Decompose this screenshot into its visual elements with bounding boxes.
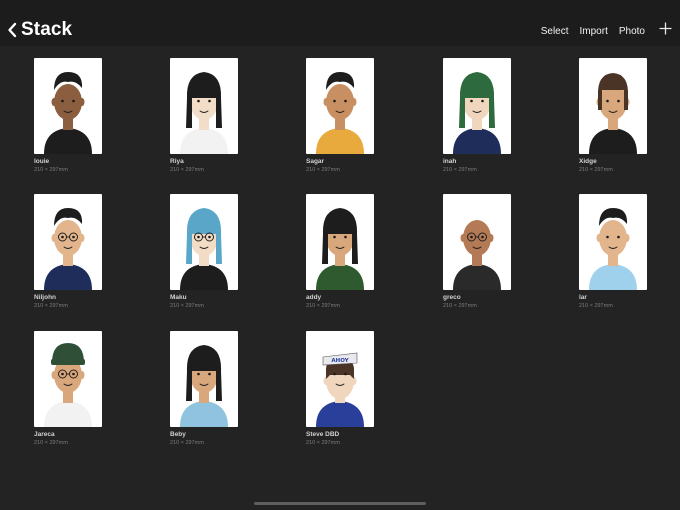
artwork-name: louie — [34, 158, 50, 165]
artwork-name: inah — [443, 158, 457, 165]
toolbar-actions: Select Import Photo — [530, 22, 672, 40]
artwork-thumbnail[interactable] — [34, 58, 102, 154]
artwork-card[interactable]: lar 210 × 297mm — [579, 194, 647, 312]
artwork-thumbnail[interactable] — [579, 194, 647, 290]
artwork-name: greco — [443, 294, 461, 301]
portrait-illustration — [453, 72, 501, 154]
artwork-dimensions: 210 × 297mm — [443, 167, 477, 173]
portrait-illustration — [180, 345, 228, 427]
artwork-thumbnail[interactable] — [34, 194, 102, 290]
artwork-thumbnail[interactable] — [170, 194, 238, 290]
artwork-thumbnail[interactable] — [443, 194, 511, 290]
artwork-name: Maku — [170, 294, 187, 301]
artwork-dimensions: 210 × 297mm — [170, 167, 204, 173]
artwork-card[interactable]: louie 210 × 297mm — [34, 58, 102, 176]
artwork-card[interactable]: Sagar 210 × 297mm — [306, 58, 374, 176]
artwork-thumbnail[interactable] — [443, 58, 511, 154]
artwork-name: Xidge — [579, 158, 597, 165]
artwork-name: Niljohn — [34, 294, 57, 301]
artwork-card[interactable]: Maku 210 × 297mm — [170, 194, 238, 312]
artwork-dimensions: 210 × 297mm — [34, 167, 68, 173]
artwork-card[interactable]: Niljohn 210 × 297mm — [34, 194, 102, 312]
artwork-name: addy — [306, 294, 322, 301]
select-button[interactable]: Select — [541, 26, 569, 37]
artwork-thumbnail[interactable] — [170, 58, 238, 154]
portrait-illustration — [44, 343, 92, 427]
portrait-illustration — [180, 208, 228, 290]
portrait-illustration — [316, 208, 364, 290]
portrait-illustration — [44, 72, 92, 154]
artwork-card[interactable]: greco 210 × 297mm — [443, 194, 511, 312]
top-bar: Stack Select Import Photo — [0, 0, 680, 46]
artwork-card[interactable]: AHOY Steve DBD 210 × 297mm — [306, 331, 374, 449]
svg-text:AHOY: AHOY — [331, 358, 349, 364]
artwork-dimensions: 210 × 297mm — [306, 167, 340, 173]
artwork-card[interactable]: Xidge 210 × 297mm — [579, 58, 647, 176]
portrait-illustration — [44, 208, 92, 290]
artwork-dimensions: 210 × 297mm — [170, 303, 204, 309]
artwork-dimensions: 210 × 297mm — [170, 440, 204, 446]
artwork-thumbnail[interactable] — [306, 194, 374, 290]
artwork-dimensions: 210 × 297mm — [306, 440, 340, 446]
portrait-illustration: AHOY — [316, 352, 364, 427]
artwork-thumbnail[interactable]: AHOY — [306, 331, 374, 427]
import-button[interactable]: Import — [580, 26, 608, 37]
artwork-dimensions: 210 × 297mm — [579, 167, 613, 173]
artwork-name: Steve DBD — [306, 431, 340, 438]
chevron-left-icon — [7, 22, 17, 38]
artwork-name: Riya — [170, 158, 184, 165]
artwork-card[interactable]: Beby 210 × 297mm — [170, 331, 238, 449]
artwork-thumbnail[interactable] — [579, 58, 647, 154]
artwork-name: lar — [579, 294, 587, 301]
artwork-dimensions: 210 × 297mm — [579, 303, 613, 309]
artwork-card[interactable]: Riya 210 × 297mm — [170, 58, 238, 176]
artwork-card[interactable]: Jareca 210 × 297mm — [34, 331, 102, 449]
artwork-dimensions: 210 × 297mm — [306, 303, 340, 309]
portrait-illustration — [589, 73, 637, 154]
artwork-dimensions: 210 × 297mm — [34, 440, 68, 446]
portrait-illustration — [316, 72, 364, 154]
artwork-thumbnail[interactable] — [34, 331, 102, 427]
artwork-name: Beby — [170, 431, 186, 438]
artwork-dimensions: 210 × 297mm — [443, 303, 477, 309]
photo-button[interactable]: Photo — [619, 26, 645, 37]
plus-icon[interactable] — [659, 22, 672, 40]
gallery-title: Stack — [21, 19, 73, 40]
artwork-card[interactable]: inah 210 × 297mm — [443, 58, 511, 176]
artwork-name: Jareca — [34, 431, 55, 438]
artwork-card[interactable]: addy 210 × 297mm — [306, 194, 374, 312]
portrait-illustration — [453, 220, 501, 290]
back-button[interactable]: Stack — [7, 18, 72, 42]
artwork-dimensions: 210 × 297mm — [34, 303, 68, 309]
artwork-thumbnail[interactable] — [306, 58, 374, 154]
home-indicator — [254, 502, 426, 505]
artwork-name: Sagar — [306, 158, 325, 165]
artwork-thumbnail[interactable] — [170, 331, 238, 427]
portrait-illustration — [180, 72, 228, 154]
portrait-illustration — [589, 208, 637, 290]
